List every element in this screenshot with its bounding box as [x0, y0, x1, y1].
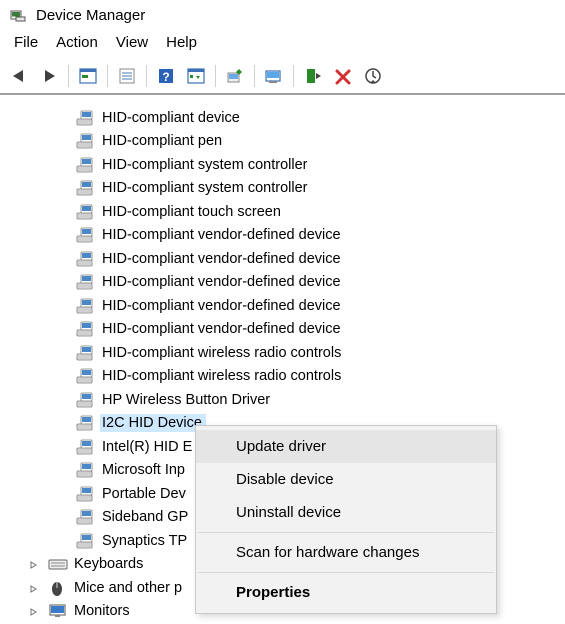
device-item[interactable]: HID-compliant wireless radio controls — [0, 365, 565, 389]
ctx-scan-hardware[interactable]: Scan for hardware changes — [196, 536, 496, 569]
device-label: HID-compliant device — [102, 110, 240, 126]
category-label: Monitors — [74, 603, 130, 619]
uninstall-button[interactable] — [329, 63, 357, 89]
ctx-disable-device[interactable]: Disable device — [196, 463, 496, 496]
hid-device-icon — [76, 461, 96, 479]
device-label: Microsoft Inp — [102, 462, 185, 478]
help-button[interactable]: ? — [152, 63, 180, 89]
device-item[interactable]: HID-compliant system controller — [0, 177, 565, 201]
scan-button[interactable] — [260, 63, 288, 89]
properties-sheet-button[interactable] — [113, 63, 141, 89]
titlebar: Device Manager — [0, 0, 565, 28]
toolbar-separator — [68, 65, 69, 87]
toolbar-separator — [293, 65, 294, 87]
context-menu-separator — [198, 572, 494, 573]
device-label: HID-compliant wireless radio controls — [102, 368, 341, 384]
hid-device-icon — [76, 508, 96, 526]
menu-help[interactable]: Help — [160, 32, 209, 53]
menu-file[interactable]: File — [8, 32, 50, 53]
toolbar-separator — [254, 65, 255, 87]
hid-device-icon — [76, 156, 96, 174]
hid-device-icon — [76, 203, 96, 221]
device-label: Intel(R) HID E — [102, 439, 192, 455]
hid-device-icon — [76, 250, 96, 268]
hid-device-icon — [76, 367, 96, 385]
back-button[interactable] — [5, 63, 33, 89]
svg-text:?: ? — [162, 70, 169, 84]
device-item[interactable]: HID-compliant device — [0, 106, 565, 130]
mice-icon — [48, 579, 68, 597]
device-label: HID-compliant vendor-defined device — [102, 321, 341, 337]
device-label: HID-compliant touch screen — [102, 204, 281, 220]
device-label: HID-compliant vendor-defined device — [102, 298, 341, 314]
device-label: HID-compliant wireless radio controls — [102, 345, 341, 361]
device-label: HID-compliant vendor-defined device — [102, 227, 341, 243]
hid-device-icon — [76, 226, 96, 244]
device-item[interactable]: HID-compliant vendor-defined device — [0, 224, 565, 248]
hid-device-icon — [76, 414, 96, 432]
ctx-properties[interactable]: Properties — [196, 576, 496, 609]
hid-device-icon — [76, 179, 96, 197]
device-item[interactable]: HID-compliant vendor-defined device — [0, 271, 565, 295]
hid-device-icon — [76, 344, 96, 362]
device-item[interactable]: HID-compliant touch screen — [0, 200, 565, 224]
hid-device-icon — [76, 485, 96, 503]
device-item[interactable]: HID-compliant pen — [0, 130, 565, 154]
category-label: Mice and other p — [74, 580, 182, 596]
update-driver-button[interactable] — [221, 63, 249, 89]
device-label: HID-compliant vendor-defined device — [102, 274, 341, 290]
hid-device-icon — [76, 320, 96, 338]
window-title: Device Manager — [36, 7, 145, 24]
expand-arrow-icon[interactable] — [28, 583, 40, 595]
device-label: HID-compliant system controller — [102, 157, 307, 173]
ctx-update-driver[interactable]: Update driver — [196, 430, 496, 463]
expand-arrow-icon[interactable] — [28, 559, 40, 571]
hid-device-icon — [76, 532, 96, 550]
forward-button[interactable] — [35, 63, 63, 89]
device-item[interactable]: HID-compliant system controller — [0, 153, 565, 177]
scan-hardware-button[interactable] — [359, 63, 387, 89]
enable-device-button[interactable] — [299, 63, 327, 89]
device-item[interactable]: HID-compliant vendor-defined device — [0, 247, 565, 271]
device-label: I2C HID Device — [100, 414, 206, 432]
hid-device-icon — [76, 391, 96, 409]
monitors-icon — [48, 602, 68, 620]
device-label: HID-compliant system controller — [102, 180, 307, 196]
keyboards-icon — [48, 555, 68, 573]
hid-device-icon — [76, 438, 96, 456]
menu-action[interactable]: Action — [50, 32, 110, 53]
hid-device-icon — [76, 273, 96, 291]
action-list-button[interactable] — [182, 63, 210, 89]
toolbar-separator — [215, 65, 216, 87]
device-label: Sideband GP — [102, 509, 188, 525]
context-menu: Update driver Disable device Uninstall d… — [195, 425, 497, 614]
category-label: Keyboards — [74, 556, 143, 572]
device-manager-icon — [10, 6, 28, 24]
device-item[interactable]: HID-compliant vendor-defined device — [0, 318, 565, 342]
device-label: HID-compliant vendor-defined device — [102, 251, 341, 267]
device-label: HP Wireless Button Driver — [102, 392, 270, 408]
device-item[interactable]: HID-compliant wireless radio controls — [0, 341, 565, 365]
device-item[interactable]: HP Wireless Button Driver — [0, 388, 565, 412]
toolbar-separator — [146, 65, 147, 87]
toolbar-separator — [107, 65, 108, 87]
ctx-uninstall-device[interactable]: Uninstall device — [196, 496, 496, 529]
hid-device-icon — [76, 109, 96, 127]
menu-view[interactable]: View — [110, 32, 160, 53]
hid-device-icon — [76, 132, 96, 150]
hid-device-icon — [76, 297, 96, 315]
show-hidden-button[interactable] — [74, 63, 102, 89]
menubar: File Action View Help — [0, 28, 565, 59]
device-label: Portable Dev — [102, 486, 186, 502]
expand-arrow-icon[interactable] — [28, 606, 40, 618]
toolbar: ? — [0, 59, 565, 95]
device-label: Synaptics TP — [102, 533, 187, 549]
device-label: HID-compliant pen — [102, 133, 222, 149]
context-menu-separator — [198, 532, 494, 533]
device-item[interactable]: HID-compliant vendor-defined device — [0, 294, 565, 318]
